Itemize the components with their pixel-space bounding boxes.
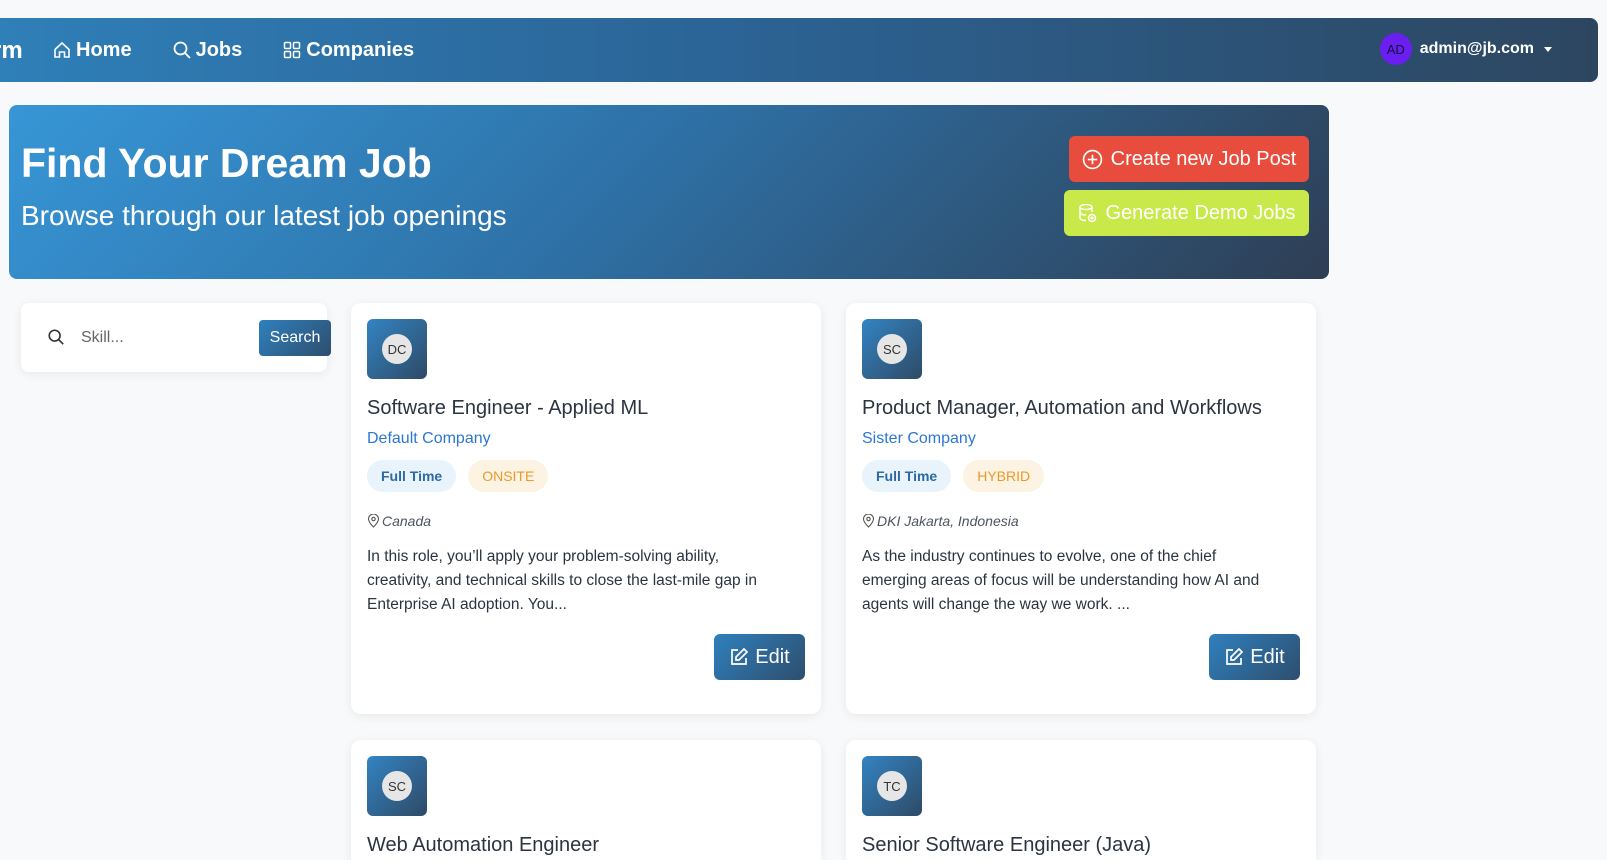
job-location: Canada [367,513,431,529]
job-card: DC Software Engineer - Applied ML Defaul… [351,303,821,714]
skill-search-input[interactable] [81,322,251,354]
avatar: AD [1379,33,1412,65]
job-title[interactable]: Senior Software Engineer (Java) [862,834,1151,857]
user-email: admin@jb.com [1419,40,1534,57]
job-type-badge: Full Time [862,460,952,492]
user-menu[interactable]: AD admin@jb.com [1379,33,1552,65]
job-card: TC Senior Software Engineer (Java) [846,740,1316,860]
generate-demo-jobs-button[interactable]: Generate Demo Jobs [1064,190,1309,236]
job-description: In this role, you’ll apply your problem-… [367,548,757,613]
company-logo: SC [367,756,427,816]
nav-jobs[interactable]: Jobs [172,38,243,62]
home-icon [54,41,70,58]
map-pin-icon [367,514,380,528]
company-logo: TC [862,756,922,816]
company-initials: SC [877,334,907,364]
hero-title: Find Your Dream Job [21,140,432,186]
job-title[interactable]: Product Manager, Automation and Workflow… [862,397,1262,420]
brand-logo[interactable]: rm [0,37,23,65]
nav-companies-label: Companies [306,38,415,61]
search-button[interactable]: Search [259,320,331,356]
job-type-badge: Full Time [367,460,457,492]
job-card: SC Product Manager, Automation and Workf… [846,303,1316,714]
top-navbar: rm Home Jobs Companies AD admin@jb.com [0,18,1598,82]
company-link[interactable]: Default Company [367,430,491,448]
search-icon [173,41,191,59]
job-tags: Full Time ONSITE [367,460,549,492]
nav-companies[interactable]: Companies [282,39,414,62]
hero-subtitle: Browse through our latest job openings [21,200,507,231]
create-job-post-button[interactable]: Create new Job Post [1069,136,1309,182]
create-job-post-label: Create new Job Post [1110,147,1297,170]
job-location-text: Canada [382,513,432,529]
edit-icon [1226,647,1244,665]
edit-label: Edit [755,645,790,668]
edit-label: Edit [1250,645,1285,668]
job-tags: Full Time HYBRID [862,460,1045,492]
edit-job-button[interactable]: Edit [1209,634,1300,680]
edit-icon [731,647,749,665]
work-mode-badge: HYBRID [963,460,1045,492]
job-location-text: DKI Jakarta, Indonesia [877,513,1019,529]
database-icon [1079,203,1097,222]
company-logo: DC [367,319,427,379]
nav-links: Home Jobs Companies [52,18,454,82]
job-title[interactable]: Software Engineer - Applied ML [367,397,648,420]
company-link[interactable]: Sister Company [862,430,976,448]
nav-home-label: Home [76,38,132,61]
grid-icon [284,41,301,59]
job-description: As the industry continues to evolve, one… [862,548,1260,613]
company-logo: SC [862,319,922,379]
job-title[interactable]: Web Automation Engineer [367,834,599,857]
plus-circle-icon [1082,149,1102,169]
nav-jobs-label: Jobs [195,38,243,61]
hero-banner: Find Your Dream Job Browse through our l… [9,105,1329,279]
job-card: SC Web Automation Engineer [351,740,821,860]
search-icon [48,329,64,345]
job-location: DKI Jakarta, Indonesia [862,513,1019,529]
nav-home[interactable]: Home [52,39,132,62]
company-initials: DC [382,334,412,364]
work-mode-badge: ONSITE [468,460,549,492]
edit-job-button[interactable]: Edit [714,634,805,680]
search-card: Search [21,303,331,372]
chevron-down-icon [1544,46,1552,52]
company-initials: TC [877,771,907,801]
map-pin-icon [862,514,875,528]
generate-demo-jobs-label: Generate Demo Jobs [1105,201,1296,224]
company-initials: SC [382,771,412,801]
